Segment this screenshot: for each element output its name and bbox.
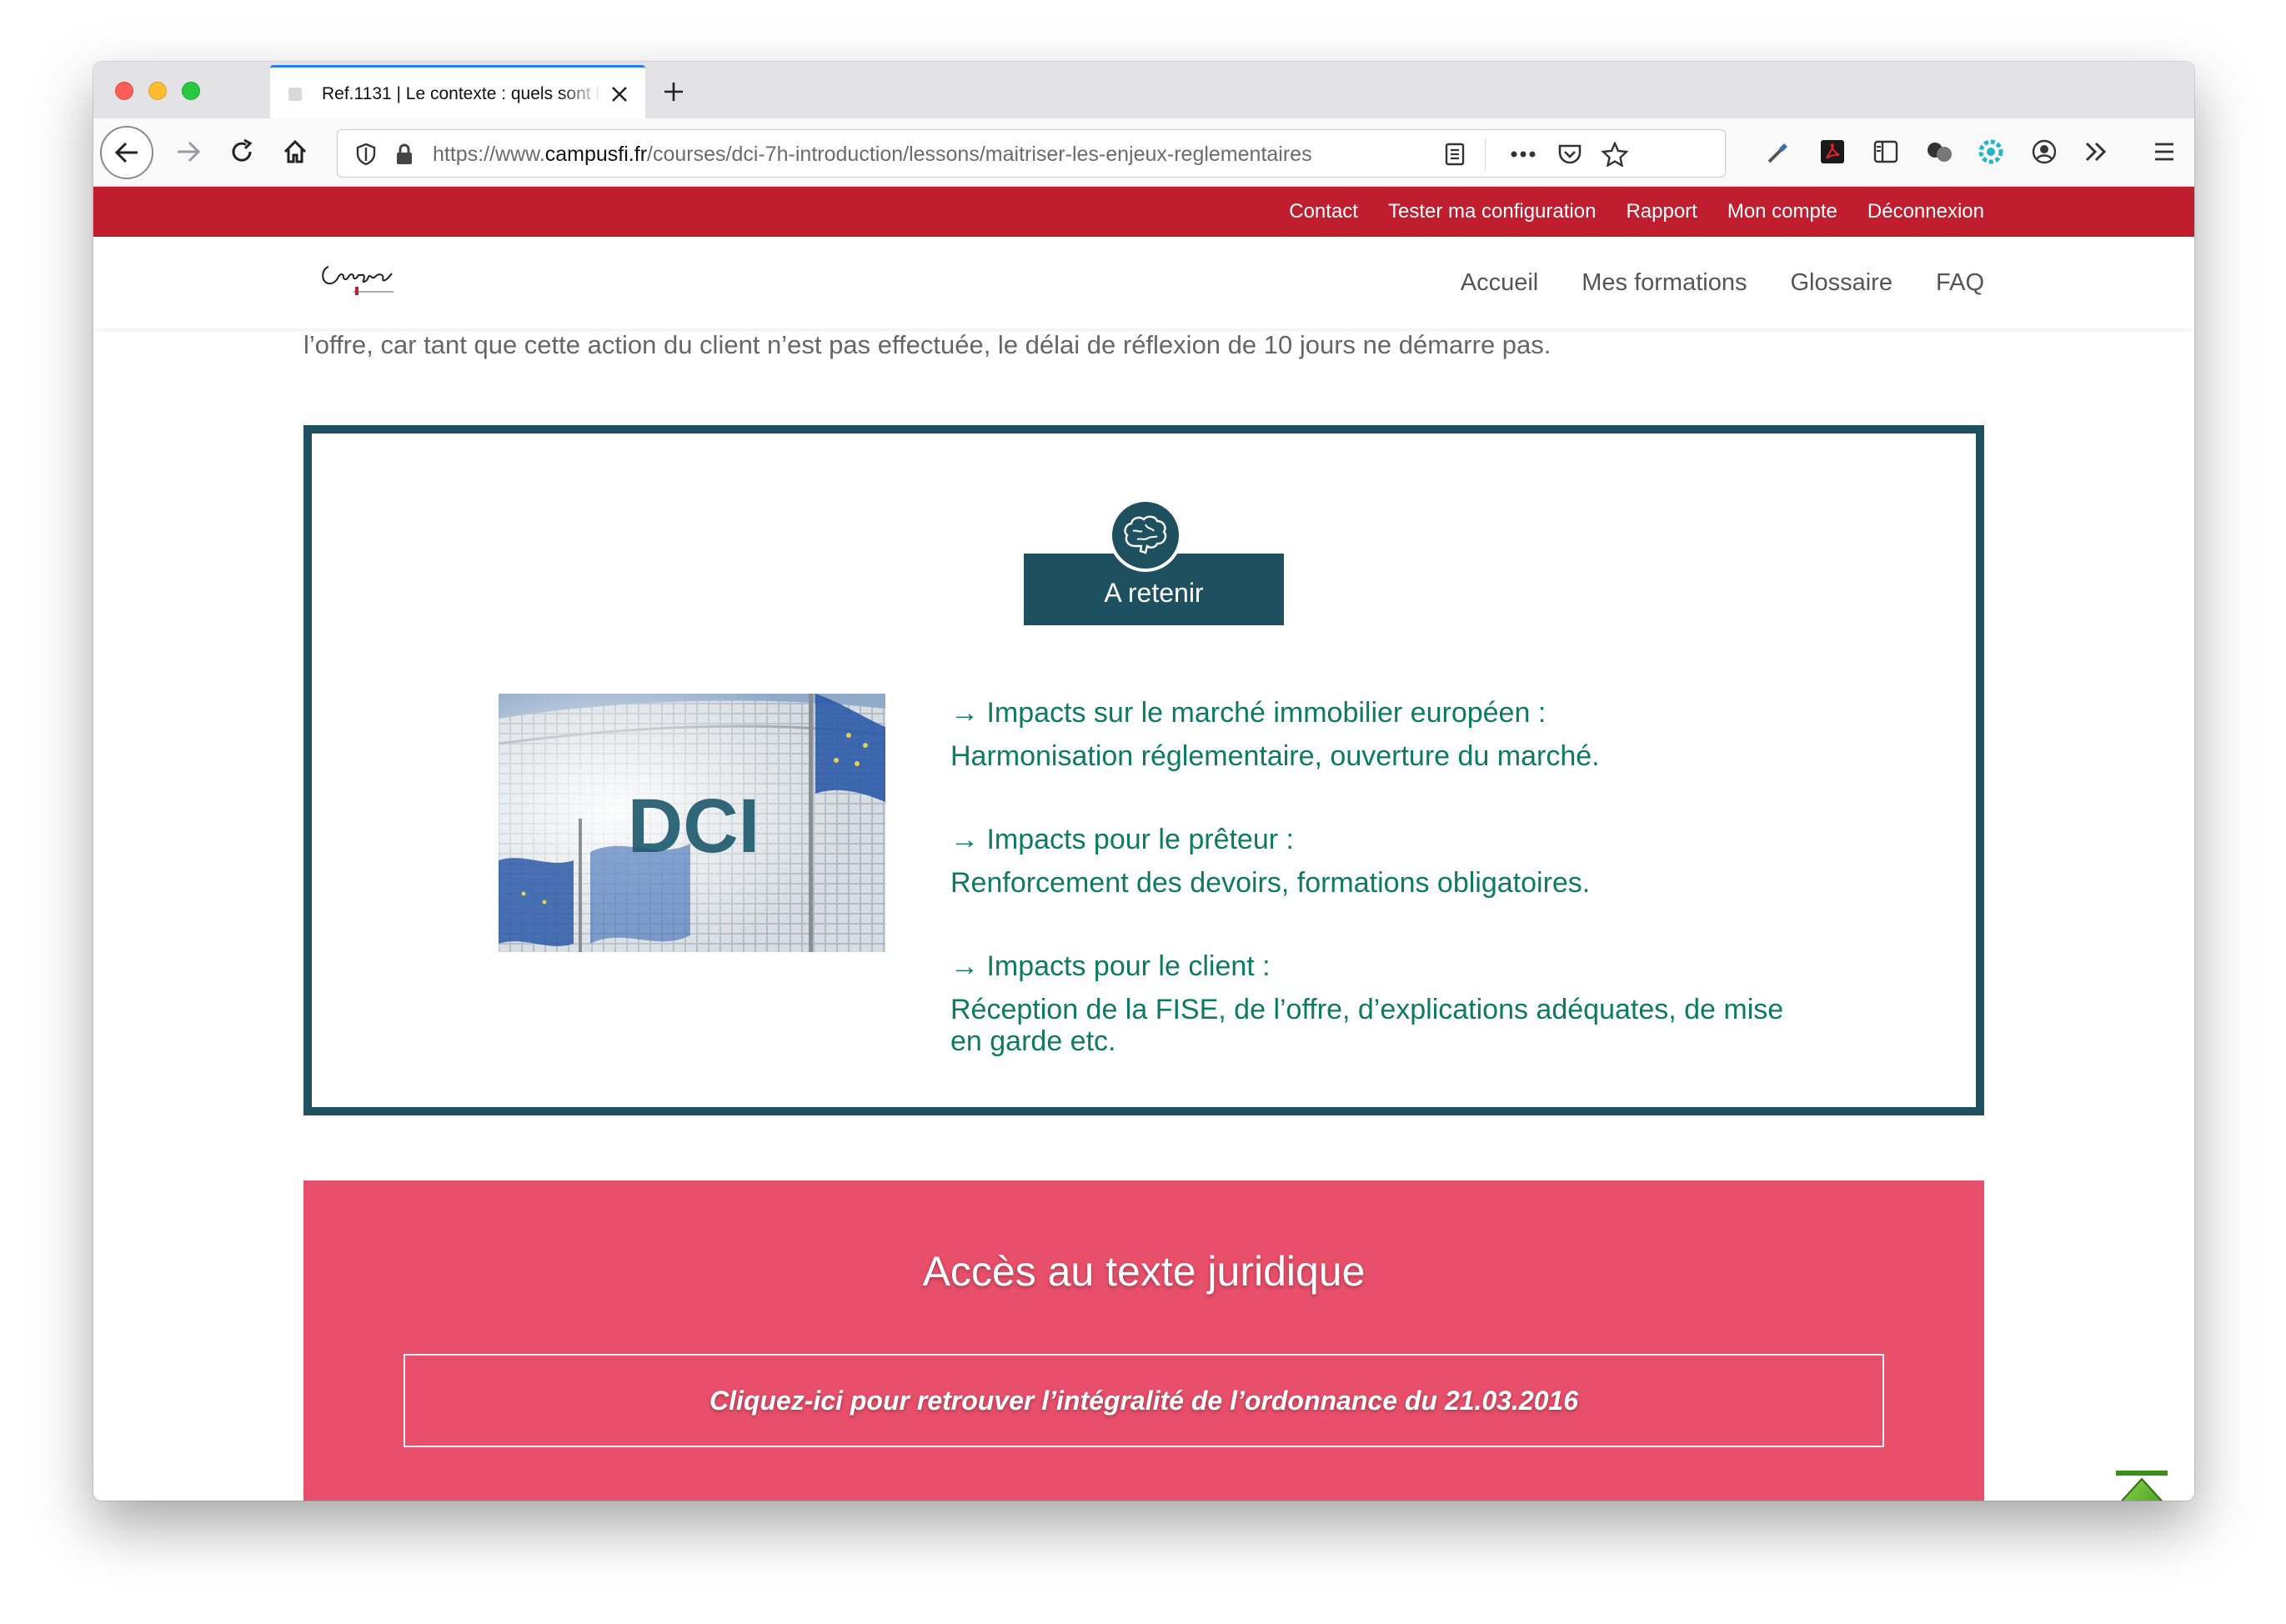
favicon-icon: [288, 87, 302, 101]
reader-view-icon[interactable]: [1441, 141, 1468, 168]
list-item: → Impacts pour le client : Réception de …: [950, 947, 1817, 1057]
url-text[interactable]: https://www.campusfi.fr/courses/dci-7h-i…: [433, 143, 1463, 167]
impacts-list: → Impacts sur le marché immobilier europ…: [950, 694, 1817, 1105]
tab-strip: Ref.1131 | Le contexte : quels sont les …: [93, 62, 2194, 120]
gear-extension-icon[interactable]: [1974, 135, 2008, 168]
address-bar[interactable]: https://www.campusfi.fr/courses/dci-7h-i…: [337, 129, 1726, 178]
main-nav-links: Accueil Mes formations Glossaire FAQ: [1461, 237, 1984, 328]
impact-heading: → Impacts sur le marché immobilier europ…: [950, 697, 1547, 729]
zoom-window-button[interactable]: [182, 82, 200, 100]
lesson-paragraph: l’offre, car tant que cette action du cl…: [303, 330, 1552, 359]
nav-my-courses-link[interactable]: Mes formations: [1582, 269, 1747, 297]
account-icon[interactable]: [2028, 135, 2061, 168]
hamburger-menu-icon[interactable]: [2148, 135, 2181, 168]
list-item: → Impacts pour le prêteur : Renforcement…: [950, 820, 1817, 899]
test-config-link[interactable]: Tester ma configuration: [1388, 200, 1596, 223]
nav-faq-link[interactable]: FAQ: [1936, 269, 1984, 297]
url-path: /courses/dci-7h-introduction/lessons/mai…: [647, 143, 1312, 166]
pdf-icon[interactable]: [1816, 135, 1849, 168]
reload-button[interactable]: [217, 127, 267, 177]
scroll-to-top-arrow-icon[interactable]: [2114, 1469, 2169, 1501]
top-utility-bar: Contact Tester ma configuration Rapport …: [93, 187, 2194, 237]
url-prefix: https://www.: [433, 143, 545, 166]
legal-section-title: Accès au texte juridique: [922, 1248, 1366, 1295]
report-link[interactable]: Rapport: [1626, 200, 1697, 223]
list-item: → Impacts sur le marché immobilier europ…: [950, 694, 1817, 772]
main-navigation: Accueil Mes formations Glossaire FAQ: [93, 237, 2194, 328]
impact-heading: → Impacts pour le prêteur :: [950, 824, 1294, 855]
sidebar-toggle-icon[interactable]: [1869, 135, 1902, 168]
page-actions-icon[interactable]: [1510, 141, 1537, 168]
contact-link[interactable]: Contact: [1289, 200, 1358, 223]
dci-eu-flags-image: DCI: [499, 694, 885, 952]
impact-detail: Réception de la FISE, de l’offre, d’expl…: [950, 994, 1784, 1057]
forward-button[interactable]: [163, 127, 213, 177]
home-icon: [283, 139, 307, 163]
reload-icon: [232, 138, 253, 162]
back-button[interactable]: [100, 126, 153, 179]
nav-home-link[interactable]: Accueil: [1461, 269, 1539, 297]
back-arrow-icon: [114, 142, 138, 163]
brain-icon: [1109, 499, 1182, 572]
tab-close-icon[interactable]: [607, 82, 632, 107]
eyedropper-icon[interactable]: [1762, 135, 1796, 168]
home-button[interactable]: [270, 127, 320, 177]
minimize-window-button[interactable]: [148, 82, 167, 100]
forward-arrow-icon: [178, 141, 201, 163]
pocket-icon[interactable]: [1557, 141, 1583, 168]
url-domain: campusfi.fr: [544, 143, 648, 166]
nav-glossary-link[interactable]: Glossaire: [1790, 269, 1892, 297]
legal-text-section: Accès au texte juridique Cliquez-ici pou…: [303, 1180, 1984, 1501]
close-window-button[interactable]: [115, 82, 133, 100]
impact-detail: Renforcement des devoirs, formations obl…: [950, 867, 1591, 899]
impact-detail: Harmonisation réglementaire, ouverture d…: [950, 740, 1600, 772]
campus-finances-logo[interactable]: [317, 258, 395, 300]
overflow-chevron-icon[interactable]: [2079, 135, 2113, 168]
tab-title: Ref.1131 | Le contexte : quels sont les …: [322, 83, 602, 103]
new-tab-button[interactable]: [655, 73, 692, 110]
shield-icon[interactable]: [353, 141, 379, 168]
impact-heading: → Impacts pour le client :: [950, 950, 1271, 982]
extension-icon[interactable]: [1923, 135, 1956, 168]
bookmark-star-icon[interactable]: [1602, 141, 1628, 168]
dci-image-text: DCI: [628, 784, 759, 869]
lock-icon[interactable]: [391, 141, 418, 168]
my-account-link[interactable]: Mon compte: [1727, 200, 1837, 223]
active-tab[interactable]: Ref.1131 | Le contexte : quels sont les …: [270, 65, 645, 120]
browser-window: Ref.1131 | Le contexte : quels sont les …: [93, 62, 2194, 1501]
utility-links: Contact Tester ma configuration Rapport …: [1289, 187, 1984, 237]
ordinance-link-button[interactable]: Cliquez-ici pour retrouver l’intégralité…: [404, 1354, 1884, 1447]
key-takeaways-box: A retenir DCI → Impacts sur le marché im…: [303, 425, 1984, 1115]
navigation-toolbar: https://www.campusfi.fr/courses/dci-7h-i…: [93, 118, 2194, 187]
web-page: Contact Tester ma configuration Rapport …: [93, 187, 2194, 1501]
url-separator: [1485, 138, 1486, 170]
logout-link[interactable]: Déconnexion: [1867, 200, 1984, 223]
